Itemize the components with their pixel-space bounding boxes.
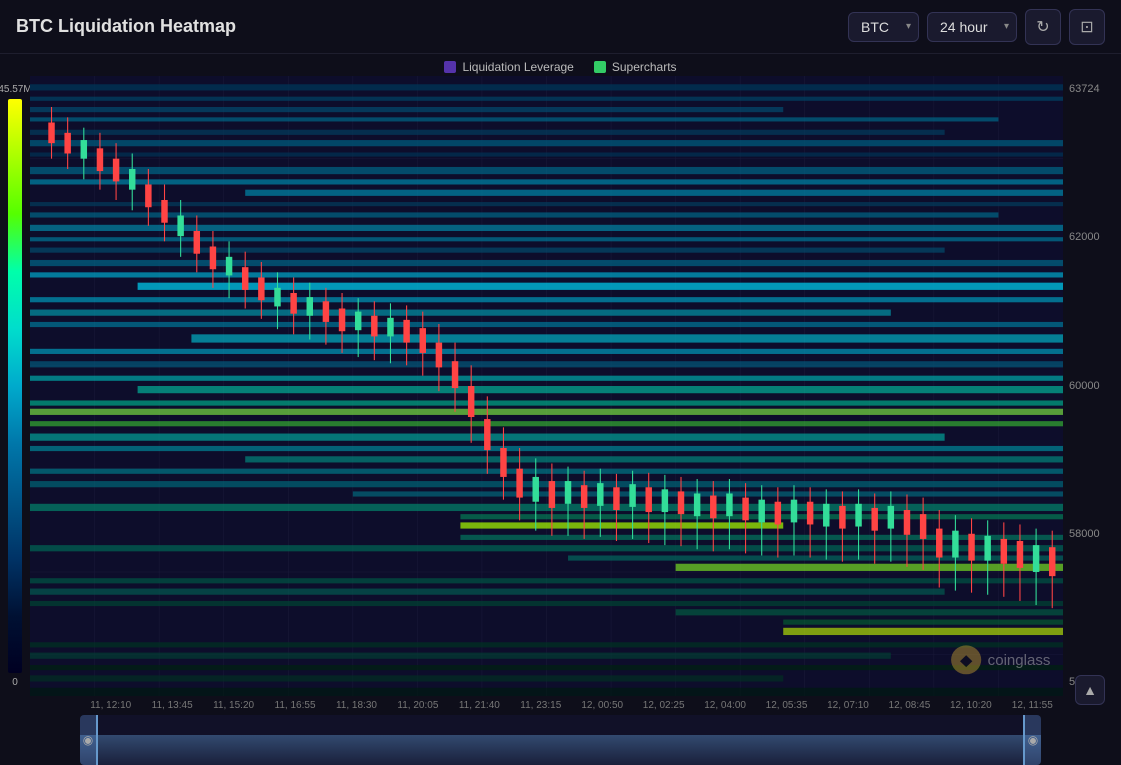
legend-dot-supercharts (594, 61, 606, 73)
legend-label-supercharts: Supercharts (612, 60, 677, 74)
asset-selector[interactable]: BTC ETH SOL XRP (848, 12, 919, 42)
mini-chart-fill (80, 735, 1041, 765)
heatmap-chart[interactable]: ◆ coinglass (30, 76, 1063, 696)
color-scale-bar (8, 99, 22, 673)
mini-chart[interactable]: ◉ ◉ (80, 715, 1041, 765)
legend-label-liquidation: Liquidation Leverage (462, 60, 573, 74)
svg-text:◆: ◆ (959, 653, 972, 669)
chevron-up-icon: ▲ (1083, 682, 1097, 698)
chart-area: 45.57M 0 (0, 76, 1121, 696)
scale-label-top: 45.57M (0, 84, 32, 95)
x-label-14: 12, 10:20 (940, 700, 1001, 711)
x-label-7: 11, 23:15 (510, 700, 571, 711)
scroll-up-button[interactable]: ▲ (1075, 675, 1105, 705)
legend-dot-liquidation (444, 61, 456, 73)
camera-icon: ⊡ (1080, 17, 1093, 37)
x-label-4: 11, 18:30 (326, 700, 387, 711)
x-label-11: 12, 05:35 (756, 700, 817, 711)
scale-label-bottom: 0 (12, 677, 18, 688)
price-label-1: 62000 (1069, 232, 1121, 243)
asset-selector-wrapper: BTC ETH SOL XRP ▾ (848, 12, 919, 42)
scroll-thumb-left[interactable]: ◉ (80, 715, 98, 765)
color-scale: 45.57M 0 (0, 76, 30, 696)
refresh-icon: ↻ (1036, 17, 1049, 37)
x-label-6: 11, 21:40 (449, 700, 510, 711)
x-label-5: 11, 20:05 (387, 700, 448, 711)
x-label-12: 12, 07:10 (817, 700, 878, 711)
price-label-3: 58000 (1069, 529, 1121, 540)
time-selector-wrapper: 12 hour 24 hour 3 day 7 day 30 day ▾ (927, 12, 1017, 42)
svg-text:coinglass: coinglass (988, 653, 1051, 669)
price-label-0: 63724 (1069, 84, 1121, 95)
x-label-2: 11, 15:20 (203, 700, 264, 711)
x-label-3: 11, 16:55 (264, 700, 325, 711)
refresh-button[interactable]: ↻ (1025, 9, 1061, 45)
chart-container[interactable]: ◆ coinglass (30, 76, 1063, 696)
x-label-9: 12, 02:25 (633, 700, 694, 711)
legend: Liquidation Leverage Supercharts (0, 54, 1121, 76)
x-label-1: 11, 13:45 (141, 700, 202, 711)
thumb-left-icon: ◉ (83, 733, 93, 747)
x-label-15: 12, 11:55 (1002, 700, 1063, 711)
legend-item-liquidation: Liquidation Leverage (444, 60, 573, 74)
header: BTC Liquidation Heatmap BTC ETH SOL XRP … (0, 0, 1121, 54)
x-axis: 11, 12:1011, 13:4511, 15:2011, 16:5511, … (80, 696, 1063, 715)
x-label-8: 12, 00:50 (572, 700, 633, 711)
controls: BTC ETH SOL XRP ▾ 12 hour 24 hour 3 day … (848, 9, 1105, 45)
legend-item-supercharts: Supercharts (594, 60, 677, 74)
price-axis: 63724 62000 60000 58000 56000 (1063, 76, 1121, 696)
x-label-13: 12, 08:45 (879, 700, 940, 711)
screenshot-button[interactable]: ⊡ (1069, 9, 1105, 45)
scroll-thumb-right[interactable]: ◉ (1023, 715, 1041, 765)
x-label-0: 11, 12:10 (80, 700, 141, 711)
price-label-2: 60000 (1069, 381, 1121, 392)
time-selector[interactable]: 12 hour 24 hour 3 day 7 day 30 day (927, 12, 1017, 42)
page-title: BTC Liquidation Heatmap (16, 16, 848, 37)
x-label-10: 12, 04:00 (694, 700, 755, 711)
thumb-right-icon: ◉ (1028, 733, 1038, 747)
